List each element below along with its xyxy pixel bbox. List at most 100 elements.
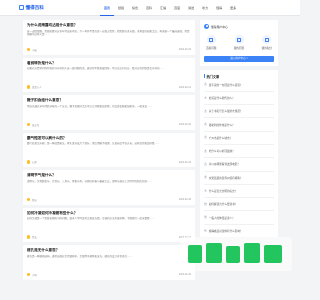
- hot-article-title: 晚睡晚起对身体有什么影响？: [208, 229, 243, 233]
- hot-article-title: 广州市是什么城市？: [208, 136, 233, 140]
- enter-user-center-button[interactable]: 进入用户中心 >: [204, 55, 274, 62]
- nav-item[interactable]: 汇编: [156, 0, 170, 16]
- article-title[interactable]: 看到转折是什么？: [27, 61, 191, 66]
- article-meta: 贾云 2022-02-17: [27, 235, 191, 239]
- article-card[interactable]: 楼孔是无什么意思？ 楼孔是一种建筑结构，通常出现在古代建筑中，主要用于通风和采光…: [23, 245, 195, 280]
- hot-article-item[interactable]: 2 杜甫是什么朝代的人？: [204, 92, 274, 106]
- article-excerpt: 霸气短发怎么刷，第一种就是刷法，将头发分成几个部分，然后用刷子梳理，头发长度不宜…: [27, 142, 160, 146]
- user-center-label: 懂得用户中心: [211, 24, 228, 29]
- nav-item-home[interactable]: 首页: [100, 0, 115, 16]
- hot-articles-box: 热门文章 1 雷军说的一句话是什么意思？ 2 杜甫是什么朝代的人？ 3 关于书名号怎么使用…: [200, 69, 278, 239]
- link-my-points[interactable]: 我的积分: [262, 35, 272, 50]
- author-name: 小明: [31, 273, 37, 277]
- nav-item[interactable]: 懂得: [212, 0, 226, 16]
- nav-item[interactable]: 听力: [198, 0, 212, 16]
- article-title[interactable]: 霸气短发可以刷什么的？: [27, 136, 191, 141]
- article-author: 心理: [27, 160, 37, 164]
- nav-item[interactable]: 百科: [142, 0, 156, 16]
- avatar: [27, 235, 31, 239]
- question-icon: [206, 35, 216, 44]
- hot-rank-number: 2: [204, 96, 207, 100]
- hot-rank-number: 9: [204, 189, 207, 193]
- top-nav-bar: 懂得百科 首页 经验 综合 百科 汇编 百度 讲述 听力 懂得 更多: [0, 0, 300, 16]
- article-meta: 小喵 2022-02-22: [27, 47, 191, 52]
- link-my-answers[interactable]: 我的回答: [234, 35, 244, 50]
- article-author: 星辰: [27, 197, 37, 202]
- article-title[interactable]: 楼孔是无什么意思？: [27, 248, 191, 253]
- hot-article-item[interactable]: 1 雷军说的一句话是什么意思？: [204, 79, 274, 92]
- hot-article-title: 什么是安全文明的标志？: [208, 190, 238, 194]
- article-author: 贾云: [27, 235, 37, 239]
- hot-rank-number: 11: [204, 216, 207, 220]
- article-card[interactable]: 为什么说雨露均沾是什么意思？ 这一道情感题，需要依靠对方多年付出来考虑，才一本并…: [23, 20, 195, 55]
- hot-article-item[interactable]: 9 什么是安全文明的标志？: [204, 185, 274, 199]
- nav-item[interactable]: 经验: [114, 0, 128, 16]
- article-title[interactable]: 如何冷凝如何冷凝都有些什么？: [27, 211, 191, 216]
- hot-rank-number: 8: [204, 176, 207, 180]
- hot-article-title: 雷军说的一句话是什么意思？: [208, 83, 243, 87]
- sidebar: 懂得用户中心 贡献问题 我的回答 我的积分 进入用户中心 > 热门文章 1 雷军说…: [200, 20, 278, 239]
- article-card[interactable]: 如何冷凝如何冷凝都有些什么？ 如何冷凝是一个需要长期练习的问题，很多人平时没有注…: [23, 207, 195, 242]
- nav-item-more[interactable]: 更多: [226, 0, 240, 16]
- article-meta: 小明 2022-02-16: [27, 272, 191, 277]
- hot-rank-number: 1: [204, 83, 207, 87]
- article-card[interactable]: 清明节气是什么？ 清明节，又称踏青节、行清节、三月节、祭祖节等，节期在仲春与暮春…: [23, 170, 195, 205]
- avatar: [27, 197, 31, 202]
- nav-item[interactable]: 讲述: [184, 0, 198, 16]
- user-icon: [204, 24, 209, 29]
- article-title[interactable]: 清明节气是什么？: [27, 173, 191, 178]
- hot-article-item[interactable]: 11 一般人的体温是多少？: [204, 211, 274, 225]
- article-card[interactable]: 鞭子扣会给什么意思？ 用自己通过多年经验分析的一个方法，鞭子扣做好之后可以让外观…: [23, 95, 195, 130]
- author-name: 贾云: [31, 236, 37, 239]
- article-author: 张宏伟: [27, 122, 40, 127]
- article-list: 为什么说雨露均沾是什么意思？ 这一道情感题，需要依靠对方多年付出来考虑，才一本并…: [23, 20, 195, 300]
- user-center-box: 懂得用户中心 贡献问题 我的回答 我的积分 进入用户中心 >: [200, 20, 278, 66]
- author-name: 张宏伟: [31, 123, 40, 127]
- heading-accent-bar: [204, 74, 205, 78]
- article-excerpt: 如何冷凝是一个需要长期练习的问题，很多人平时没有注意这方面，冷凝的方法有很多种，…: [27, 217, 155, 221]
- hot-article-item[interactable]: 3 关于书名号怎么使用才规范？: [204, 105, 274, 119]
- hot-rank-number: 10: [204, 202, 207, 206]
- site-logo[interactable]: 懂得百科: [19, 5, 44, 11]
- article-date: 2022-02-16: [178, 273, 191, 276]
- user-center-header: 懂得用户中心: [204, 24, 274, 29]
- logo-icon: [19, 5, 24, 10]
- hot-rank-number: 4: [204, 123, 207, 126]
- article-excerpt: 用自己通过多年经验分析的一个方法，鞭子扣做好之后可以让外观更加美观，也会使衣服更…: [27, 104, 153, 108]
- article-meta: 心理 2022-02-19: [27, 160, 191, 164]
- article-title[interactable]: 为什么说雨露均沾是什么意思？: [27, 23, 191, 28]
- author-name: 温柔万人: [31, 86, 42, 89]
- author-name: 小喵: [31, 48, 37, 52]
- article-excerpt: 如果对方经常问你你喜欢什么样的人这一类问题的话，建议你不要直接回答，可以先反问对…: [27, 67, 165, 71]
- watermark-logo: [180, 237, 292, 271]
- article-author: 小喵: [27, 47, 37, 52]
- nav-item[interactable]: 百度: [170, 0, 184, 16]
- hot-article-item[interactable]: 4 骆驼刺的作用是什么？: [204, 118, 274, 132]
- article-title[interactable]: 鞭子扣会给什么意思？: [27, 98, 191, 103]
- hot-rank-number: 7: [204, 163, 207, 166]
- hot-article-title: 吃什么可以补钙最快？: [208, 150, 235, 154]
- nav-item[interactable]: 综合: [128, 0, 142, 16]
- avatar: [27, 160, 31, 164]
- main-nav: 首页 经验 综合 百科 汇编 百度 讲述 听力 懂得 更多: [100, 0, 240, 16]
- article-card[interactable]: 看到转折是什么？ 如果对方经常问你你喜欢什么样的人这一类问题的话，建议你不要直接…: [23, 57, 195, 92]
- author-name: 心理: [31, 161, 37, 164]
- article-author: 小明: [27, 272, 37, 277]
- hot-article-item[interactable]: 8 水果蔬菜的营养价值有哪些？: [204, 172, 274, 185]
- author-name: 星辰: [31, 198, 37, 202]
- link-label: 我的回答: [233, 46, 245, 50]
- hot-article-title: 骆驼刺的作用是什么？: [208, 123, 235, 127]
- hot-rank-number: 12: [204, 229, 207, 233]
- link-label: 我的积分: [261, 46, 272, 50]
- link-contribute[interactable]: 贡献问题: [206, 35, 216, 50]
- hot-article-item[interactable]: 6 吃什么可以补钙最快？: [204, 145, 274, 159]
- hot-article-item[interactable]: 10 如何解读为什么要读书？: [204, 198, 274, 212]
- hot-article-item[interactable]: 5 广州市是什么城市？: [204, 132, 274, 145]
- article-excerpt: 这一道情感题，需要依靠对方多年付出来考虑，才一本并不是在某一方面占优势，而需要在…: [27, 29, 190, 36]
- hot-article-item[interactable]: 7 可以在哪里看到这部电影？: [204, 158, 274, 172]
- hot-article-title: 杜甫是什么朝代的人？: [208, 96, 235, 100]
- article-card[interactable]: 霸气短发可以刷什么的？ 霸气短发怎么刷，第一种就是刷法，将头发分成几个部分，然后…: [23, 132, 195, 167]
- hot-articles-list: 1 雷军说的一句话是什么意思？ 2 杜甫是什么朝代的人？ 3 关于书名号怎么使用才规范？ 4…: [204, 79, 274, 239]
- article-date: 2022-02-21: [178, 85, 191, 89]
- article-date: 2022-02-22: [178, 48, 191, 51]
